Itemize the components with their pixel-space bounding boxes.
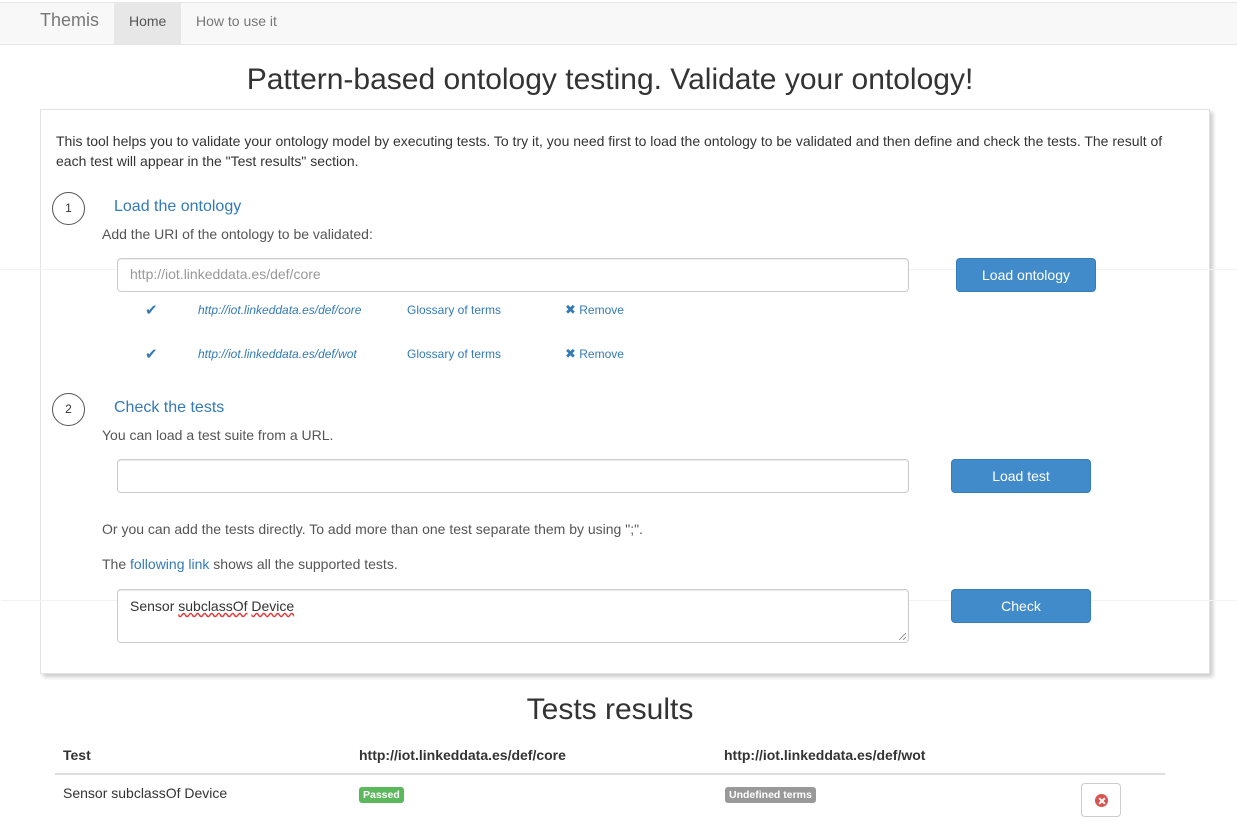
navbar: Themis Home How to use it xyxy=(0,2,1237,45)
ontology-uri-input[interactable]: http://iot.linkeddata.es/def/core xyxy=(117,258,909,292)
nav-item-how-to-use-label: How to use it xyxy=(196,13,277,29)
tests-textarea[interactable]: Sensor subclassOf Device xyxy=(117,589,909,643)
nav-item-home-label: Home xyxy=(129,13,167,29)
remove-icon: ✖ xyxy=(565,346,576,361)
step-1-subtitle: Add the URI of the ontology to be valida… xyxy=(102,226,373,242)
tests-text-word: subclassOf xyxy=(178,598,248,614)
step-2-subtitle: You can load a test suite from a URL. xyxy=(102,427,334,443)
result-test-name: Sensor subclassOf Device xyxy=(63,785,228,801)
remove-icon: ✖ xyxy=(565,302,576,317)
remove-label: Remove xyxy=(579,303,624,317)
supported-tests-suffix: shows all the supported tests. xyxy=(209,556,398,572)
check-button[interactable]: Check xyxy=(951,589,1091,623)
main-panel: This tool helps you to validate your ont… xyxy=(1,109,1237,674)
check-icon: ✔ xyxy=(145,346,158,363)
remove-ontology-button[interactable]: ✖ Remove xyxy=(565,346,624,362)
intro-line-2: each test will appear in the "Test resul… xyxy=(56,153,359,169)
intro-line-1: This tool helps you to validate your ont… xyxy=(56,133,1163,149)
navbar-brand[interactable]: Themis xyxy=(40,10,99,31)
tests-text-word: Device xyxy=(251,598,295,614)
step-1-title: Load the ontology xyxy=(114,198,242,215)
glossary-link[interactable]: Glossary of terms xyxy=(407,303,501,317)
results-header-test: Test xyxy=(63,747,91,763)
supported-tests-text: The following link shows all the support… xyxy=(102,556,398,572)
delete-circle-icon xyxy=(1095,794,1108,807)
status-badge-passed: Passed xyxy=(359,787,404,803)
test-suite-url-input[interactable] xyxy=(117,459,909,493)
ontology-uri-link[interactable]: http://iot.linkeddata.es/def/wot xyxy=(198,347,357,361)
resize-grip-icon[interactable] xyxy=(898,632,906,640)
ontology-uri-link[interactable]: http://iot.linkeddata.es/def/core xyxy=(198,303,361,317)
supported-tests-prefix: The xyxy=(102,556,131,572)
remove-ontology-button[interactable]: ✖ Remove xyxy=(565,302,624,318)
delete-test-button[interactable] xyxy=(1081,783,1121,817)
results-title: Tests results xyxy=(526,693,694,726)
results-header-core: http://iot.linkeddata.es/def/core xyxy=(359,747,566,763)
check-icon: ✔ xyxy=(145,302,158,319)
intro-text: This tool helps you to validate your ont… xyxy=(56,131,1186,171)
page-title: Pattern-based ontology testing. Validate… xyxy=(246,63,974,96)
table-header-divider xyxy=(55,773,1165,775)
step-1-circle: 1 xyxy=(52,192,85,225)
step-2-circle: 2 xyxy=(52,393,85,426)
glossary-link[interactable]: Glossary of terms xyxy=(407,347,501,361)
status-badge-undefined: Undefined terms xyxy=(725,787,816,803)
nav-item-how-to-use[interactable]: How to use it xyxy=(181,3,291,45)
step-2-title: Check the tests xyxy=(114,399,225,416)
tests-text-word: Sensor xyxy=(130,598,175,614)
remove-label: Remove xyxy=(579,347,624,361)
load-test-button[interactable]: Load test xyxy=(951,459,1091,493)
following-link[interactable]: following link xyxy=(130,556,209,572)
load-ontology-button[interactable]: Load ontology xyxy=(956,258,1096,292)
direct-tests-text: Or you can add the tests directly. To ad… xyxy=(102,521,643,537)
results-header-wot: http://iot.linkeddata.es/def/wot xyxy=(724,747,926,763)
nav-item-home[interactable]: Home xyxy=(114,3,181,45)
